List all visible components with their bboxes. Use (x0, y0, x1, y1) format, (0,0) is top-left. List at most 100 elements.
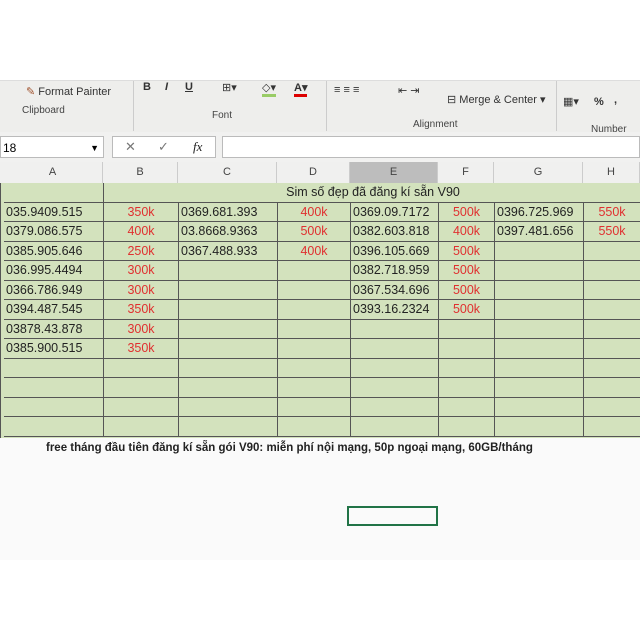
price-cell[interactable]: 350k (104, 300, 179, 320)
price-cell[interactable] (104, 378, 179, 398)
phone-number-cell[interactable] (495, 339, 584, 359)
column-header-f[interactable]: F (438, 162, 494, 183)
price-cell[interactable] (439, 339, 495, 359)
price-cell[interactable] (584, 359, 640, 378)
phone-number-cell[interactable]: 0379.086.575 (4, 222, 104, 242)
price-cell[interactable]: 500k (439, 202, 495, 222)
price-cell[interactable]: 500k (439, 241, 495, 261)
price-cell[interactable] (584, 398, 640, 417)
price-cell[interactable] (278, 417, 351, 437)
phone-number-cell[interactable] (495, 319, 584, 339)
fx-icon[interactable]: fx (193, 139, 202, 155)
formula-input[interactable] (222, 136, 640, 158)
phone-number-cell[interactable] (351, 417, 439, 437)
price-cell[interactable] (439, 378, 495, 398)
phone-number-cell[interactable]: 0397.481.656 (495, 222, 584, 242)
column-header-e[interactable]: E (350, 162, 438, 183)
price-cell[interactable]: 500k (439, 300, 495, 320)
phone-number-cell[interactable] (179, 339, 278, 359)
price-cell[interactable]: 300k (104, 280, 179, 300)
phone-number-cell[interactable]: 0369.681.393 (179, 202, 278, 222)
price-cell[interactable]: 500k (439, 280, 495, 300)
phone-number-cell[interactable]: 0369.09.7172 (351, 202, 439, 222)
font-color-icon[interactable]: A▾ (294, 81, 308, 97)
align-icons[interactable]: ≡ ≡ ≡ (334, 84, 359, 96)
column-header-d[interactable]: D (277, 162, 350, 183)
price-cell[interactable]: 300k (104, 261, 179, 281)
phone-number-cell[interactable]: 0393.16.2324 (351, 300, 439, 320)
underline-button[interactable]: U (185, 81, 193, 93)
phone-number-cell[interactable]: 035.9409.515 (4, 202, 104, 222)
price-cell[interactable] (104, 358, 179, 378)
phone-number-cell[interactable] (4, 358, 104, 378)
phone-number-cell[interactable]: 0382.718.959 (351, 261, 439, 281)
price-cell[interactable]: 350k (104, 202, 179, 222)
italic-button[interactable]: I (165, 81, 168, 93)
comma-button[interactable]: , (614, 94, 617, 106)
price-cell[interactable] (104, 397, 179, 417)
indent-icons[interactable]: ⇤ ⇥ (398, 84, 420, 97)
price-cell[interactable]: 400k (439, 222, 495, 242)
column-header-b[interactable]: B (103, 162, 178, 183)
phone-number-cell[interactable] (495, 280, 584, 300)
price-cell[interactable] (439, 358, 495, 378)
phone-number-cell[interactable] (179, 397, 278, 417)
phone-number-cell[interactable]: 0382.603.818 (351, 222, 439, 242)
price-cell[interactable]: 550k (584, 203, 640, 222)
column-header-h[interactable]: H (583, 162, 640, 183)
price-cell[interactable]: 350k (104, 339, 179, 359)
number-format-icon[interactable]: ▦▾ (563, 95, 579, 108)
percent-button[interactable]: % (594, 96, 604, 108)
phone-number-cell[interactable] (179, 417, 278, 437)
price-cell[interactable] (278, 300, 351, 320)
price-cell[interactable] (584, 242, 640, 261)
price-cell[interactable] (584, 300, 640, 320)
phone-number-cell[interactable] (495, 300, 584, 320)
phone-number-cell[interactable]: 03.8668.9363 (179, 222, 278, 242)
fill-color-icon[interactable]: ◇▾ (262, 81, 276, 97)
price-cell[interactable] (278, 319, 351, 339)
price-cell[interactable]: 250k (104, 241, 179, 261)
phone-number-cell[interactable] (495, 397, 584, 417)
phone-number-cell[interactable]: 0367.534.696 (351, 280, 439, 300)
phone-number-cell[interactable]: 0385.905.646 (4, 241, 104, 261)
phone-number-cell[interactable] (351, 358, 439, 378)
price-cell[interactable] (584, 261, 640, 281)
phone-number-cell[interactable]: 0367.488.933 (179, 241, 278, 261)
phone-number-cell[interactable] (179, 280, 278, 300)
phone-number-cell[interactable] (4, 378, 104, 398)
phone-number-cell[interactable] (4, 397, 104, 417)
price-cell[interactable] (278, 261, 351, 281)
phone-number-cell[interactable] (179, 358, 278, 378)
phone-number-cell[interactable]: 0394.487.545 (4, 300, 104, 320)
phone-number-cell[interactable] (351, 378, 439, 398)
phone-number-cell[interactable] (4, 417, 104, 437)
phone-number-cell[interactable] (179, 300, 278, 320)
price-cell[interactable] (584, 339, 640, 359)
sheet-title-cell[interactable]: Sim số đẹp đã đăng kí sẵn V90 (104, 183, 640, 203)
phone-number-cell[interactable] (495, 417, 584, 437)
price-cell[interactable] (584, 281, 640, 300)
phone-number-cell[interactable] (351, 339, 439, 359)
price-cell[interactable] (278, 397, 351, 417)
cell-a1[interactable] (4, 183, 104, 203)
price-cell[interactable]: 550k (584, 222, 640, 242)
price-cell[interactable]: 400k (104, 222, 179, 242)
phone-number-cell[interactable] (351, 319, 439, 339)
price-cell[interactable] (278, 358, 351, 378)
phone-number-cell[interactable]: 036.995.4494 (4, 261, 104, 281)
price-cell[interactable] (439, 417, 495, 437)
borders-icon[interactable]: ⊞▾ (222, 81, 237, 94)
enter-icon[interactable]: ✓ (158, 139, 169, 155)
phone-number-cell[interactable]: 0366.786.949 (4, 280, 104, 300)
column-header-g[interactable]: G (494, 162, 583, 183)
price-cell[interactable] (278, 280, 351, 300)
phone-number-cell[interactable] (179, 378, 278, 398)
phone-number-cell[interactable]: 0396.725.969 (495, 202, 584, 222)
price-cell[interactable] (584, 378, 640, 398)
price-cell[interactable] (439, 319, 495, 339)
phone-number-cell[interactable] (179, 319, 278, 339)
phone-number-cell[interactable] (495, 261, 584, 281)
price-cell[interactable]: 500k (439, 261, 495, 281)
price-cell[interactable] (104, 417, 179, 437)
